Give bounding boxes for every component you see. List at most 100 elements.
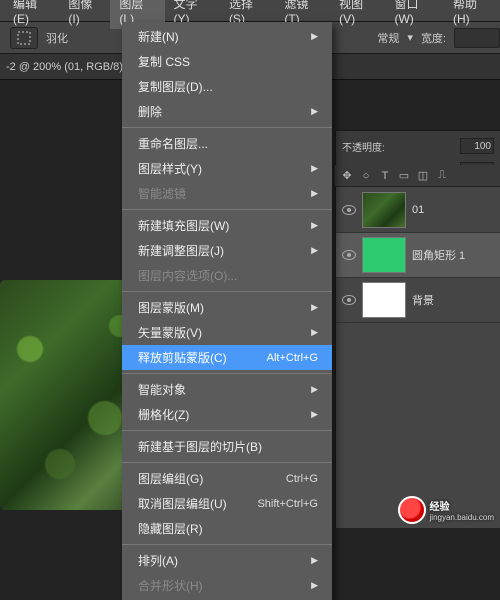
menu-separator <box>122 430 332 431</box>
path-icon[interactable]: ◫ <box>415 168 431 184</box>
menu-separator <box>122 291 332 292</box>
fx-icon[interactable]: ⎍ <box>434 168 450 184</box>
watermark-text: 经验 <box>430 498 494 513</box>
width-label: 宽度: <box>421 30 446 46</box>
menu-view[interactable]: 视图(V) <box>330 0 385 29</box>
menu-item[interactable]: 新建调整图层(J)▶ <box>122 238 332 263</box>
layer-thumbnail <box>362 237 406 273</box>
menu-separator <box>122 373 332 374</box>
menu-item[interactable]: 排列(A)▶ <box>122 548 332 573</box>
menu-item-label: 释放剪贴蒙版(C) <box>138 349 227 366</box>
menu-item[interactable]: 复制 CSS <box>122 49 332 74</box>
panel-iconbar: ✥ ○ T ▭ ◫ ⎍ <box>335 165 500 187</box>
menu-item-label: 删除 <box>138 103 162 120</box>
menu-help[interactable]: 帮助(H) <box>444 0 500 29</box>
watermark: 经验 jingyan.baidu.com <box>398 496 494 524</box>
submenu-arrow-icon: ▶ <box>311 220 318 231</box>
menu-item-label: 图层内容选项(O)... <box>138 267 237 284</box>
menu-item[interactable]: 重命名图层... <box>122 131 332 156</box>
menubar: 编辑(E) 图像(I) 图层(L) 文字(Y) 选择(S) 滤镜(T) 视图(V… <box>0 0 500 22</box>
layer-row[interactable]: 圆角矩形 1 <box>336 233 500 278</box>
menu-item-label: 新建(N) <box>138 28 179 45</box>
shape-icon[interactable]: ▭ <box>396 168 412 184</box>
visibility-eye-icon[interactable] <box>342 295 356 305</box>
layer-thumbnail <box>362 282 406 318</box>
chevron-down-icon[interactable]: ▾ <box>407 31 413 44</box>
menu-item[interactable]: 新建基于图层的切片(B) <box>122 434 332 459</box>
menu-item-label: 图层编组(G) <box>138 470 203 487</box>
menu-item-label: 新建调整图层(J) <box>138 242 224 259</box>
menu-item[interactable]: 隐藏图层(R) <box>122 516 332 541</box>
menu-item[interactable]: 取消图层编组(U) Shift+Ctrl+G <box>122 491 332 516</box>
menu-item-label: 新建填充图层(W) <box>138 217 229 234</box>
submenu-arrow-icon: ▶ <box>311 302 318 313</box>
menu-item-label: 取消图层编组(U) <box>138 495 227 512</box>
menu-item[interactable]: 复制图层(D)... <box>122 74 332 99</box>
type-icon[interactable]: T <box>377 168 393 184</box>
menu-item[interactable]: 图层样式(Y) ▶ <box>122 156 332 181</box>
menu-edit[interactable]: 编辑(E) <box>4 0 59 29</box>
menu-separator <box>122 462 332 463</box>
layer-row[interactable]: 背景 <box>336 278 500 323</box>
menu-item[interactable]: 图层蒙版(M) ▶ <box>122 295 332 320</box>
layer-row[interactable]: 01 <box>336 188 500 233</box>
menu-item[interactable]: 删除 ▶ <box>122 99 332 124</box>
marquee-tool-icon[interactable] <box>10 27 38 49</box>
document-tab[interactable]: -2 @ 200% (01, RGB/8) <box>6 61 123 73</box>
layer-name: 圆角矩形 1 <box>412 247 494 263</box>
watermark-url: jingyan.baidu.com <box>430 513 494 522</box>
submenu-arrow-icon: ▶ <box>311 384 318 395</box>
menu-item-label: 隐藏图层(R) <box>138 520 203 537</box>
layer-name: 背景 <box>412 292 494 308</box>
menu-item-label: 复制图层(D)... <box>138 78 213 95</box>
width-input[interactable] <box>454 28 500 48</box>
baidu-logo-icon <box>398 496 426 524</box>
feather-label: 羽化 <box>46 30 68 46</box>
menu-item[interactable]: 智能对象 ▶ <box>122 377 332 402</box>
menu-item-label: 智能滤镜 <box>138 185 186 202</box>
submenu-arrow-icon: ▶ <box>311 163 318 174</box>
visibility-eye-icon[interactable] <box>342 250 356 260</box>
menu-item-label: 图层蒙版(M) <box>138 299 204 316</box>
menu-item[interactable]: 新建填充图层(W) ▶ <box>122 213 332 238</box>
menu-item-label: 智能对象 <box>138 381 186 398</box>
layer-list: 01 圆角矩形 1 背景 <box>336 188 500 323</box>
circle-icon[interactable]: ○ <box>358 168 374 184</box>
layer-menu: 新建(N) ▶ 复制 CSS 复制图层(D)... 删除 ▶ 重命名图层... 图层样式(Y)… <box>122 22 332 600</box>
menu-item-label: 栅格化(Z) <box>138 406 189 423</box>
menu-shortcut: Alt+Ctrl+G <box>267 352 318 364</box>
menu-item-label: 复制 CSS <box>138 53 190 70</box>
menu-image[interactable]: 图像(I) <box>59 0 110 29</box>
menu-shortcut: Shift+Ctrl+G <box>257 498 318 510</box>
menu-item-label: 排列(A) <box>138 552 178 569</box>
layer-name: 01 <box>412 204 494 216</box>
submenu-arrow-icon: ▶ <box>311 327 318 338</box>
menu-shortcut: Ctrl+G <box>286 473 318 485</box>
submenu-arrow-icon: ▶ <box>311 106 318 117</box>
menu-item: 图层内容选项(O)... <box>122 263 332 288</box>
menu-window[interactable]: 窗口(W) <box>385 0 444 29</box>
submenu-arrow-icon: ▶ <box>311 31 318 42</box>
menu-item[interactable]: 释放剪贴蒙版(C) Alt+Ctrl+G <box>122 345 332 370</box>
visibility-eye-icon[interactable] <box>342 205 356 215</box>
menu-item-label: 图层样式(Y) <box>138 160 202 177</box>
move-icon[interactable]: ✥ <box>339 168 355 184</box>
menu-item[interactable]: 栅格化(Z)▶ <box>122 402 332 427</box>
menu-separator <box>122 209 332 210</box>
menu-item[interactable]: 矢量蒙版(V) ▶ <box>122 320 332 345</box>
menu-item[interactable]: 新建(N) ▶ <box>122 24 332 49</box>
layer-thumbnail <box>362 192 406 228</box>
menu-item-label: 重命名图层... <box>138 135 208 152</box>
menu-item-label: 矢量蒙版(V) <box>138 324 202 341</box>
opacity-input[interactable] <box>460 138 494 154</box>
menu-item[interactable]: 图层编组(G) Ctrl+G <box>122 466 332 491</box>
menu-separator <box>122 544 332 545</box>
submenu-arrow-icon: ▶ <box>311 580 318 591</box>
style-label: 常规 <box>377 30 399 46</box>
menu-item-label: 新建基于图层的切片(B) <box>138 438 262 455</box>
opacity-label: 不透明度: <box>342 139 385 154</box>
menu-item: 智能滤镜 ▶ <box>122 181 332 206</box>
menu-item: 合并形状(H)▶ <box>122 573 332 598</box>
layers-panel: 不透明度: 🔒 ◧ ✥ ■ 填充: 01圆角矩形 1背景 <box>335 130 500 528</box>
submenu-arrow-icon: ▶ <box>311 188 318 199</box>
